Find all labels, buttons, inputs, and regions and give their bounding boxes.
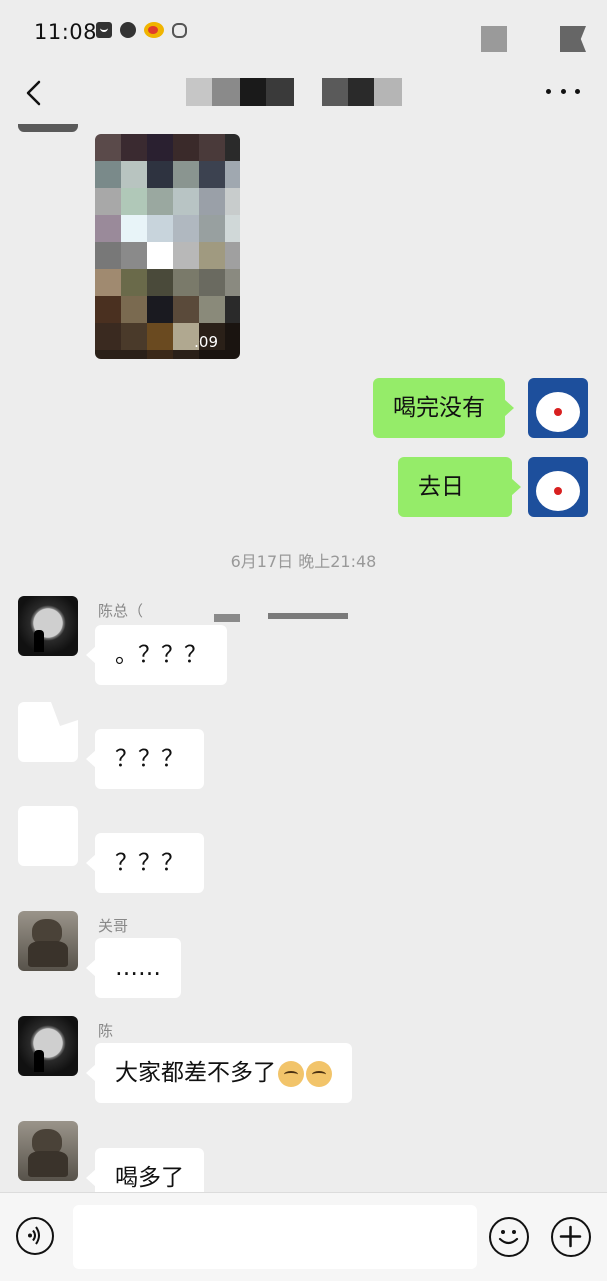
message-timestamp: 6月17日 晚上21:48 [230, 552, 377, 571]
message-input[interactable] [73, 1205, 477, 1269]
sent-message-bubble[interactable]: 去日 [398, 457, 521, 517]
message-text: 喝多了 [115, 1165, 184, 1191]
sent-message-bubble[interactable]: 喝完没有 [373, 378, 514, 438]
chat-title-redacted [186, 78, 402, 108]
mail-icon [96, 22, 112, 38]
received-message-bubble[interactable]: ？？？ [86, 833, 204, 893]
video-duration: .09 [194, 333, 218, 351]
my-avatar[interactable] [528, 457, 588, 517]
emoji-icon[interactable] [489, 1217, 529, 1257]
my-avatar[interactable] [528, 378, 588, 438]
message-text: 去日 [418, 474, 464, 500]
chat-message-list[interactable]: .09 喝完没有 去日 6月17日 晚上21:48 陈总（ 。？？？ ？？？ ？… [0, 124, 607, 1192]
sender-name: 陈 [98, 1022, 114, 1040]
message-text: ？？？ [115, 746, 184, 772]
avatar[interactable] [18, 702, 78, 762]
weibo-icon [144, 22, 164, 38]
status-icons [96, 22, 187, 38]
input-bar [0, 1192, 607, 1281]
status-time: 11:08 [34, 20, 98, 44]
doge-emoji-icon [278, 1060, 304, 1087]
avatar[interactable] [18, 806, 78, 866]
avatar[interactable] [18, 1016, 78, 1076]
voice-icon[interactable] [16, 1217, 54, 1255]
video-message-thumbnail[interactable]: .09 [95, 134, 240, 359]
message-text: 大家都差不多了 [115, 1060, 276, 1086]
avatar[interactable] [18, 596, 78, 656]
hand-icon [172, 22, 187, 38]
avatar[interactable] [18, 911, 78, 971]
doge-emoji-icon [306, 1060, 332, 1087]
received-message-bubble[interactable]: 。？？？ [86, 625, 227, 685]
sender-name: 陈总（ [98, 602, 144, 620]
nav-bar [0, 64, 607, 124]
message-text: …… [115, 955, 161, 981]
back-icon[interactable] [20, 78, 50, 108]
battery-icon [560, 26, 586, 52]
message-text: 喝完没有 [393, 395, 485, 421]
message-text: 。？？？ [115, 642, 207, 668]
chat-icon [120, 22, 136, 38]
video-thumbnail-image [95, 134, 240, 359]
more-dots-icon[interactable] [546, 86, 580, 96]
received-message-bubble[interactable]: 大家都差不多了 [86, 1043, 352, 1103]
redaction-block [214, 614, 240, 622]
sender-name: 关哥 [98, 917, 129, 935]
received-message-bubble[interactable]: ？？？ [86, 729, 204, 789]
signal-icon [481, 26, 507, 52]
plus-icon[interactable] [551, 1217, 591, 1257]
received-message-bubble[interactable]: …… [86, 938, 181, 998]
received-message-bubble[interactable]: 喝多了 [86, 1148, 204, 1192]
redaction-block [268, 613, 348, 619]
avatar[interactable] [18, 1121, 78, 1181]
status-bar: 11:08 [0, 0, 607, 64]
avatar[interactable] [18, 124, 78, 132]
message-text: ？？？ [115, 850, 184, 876]
